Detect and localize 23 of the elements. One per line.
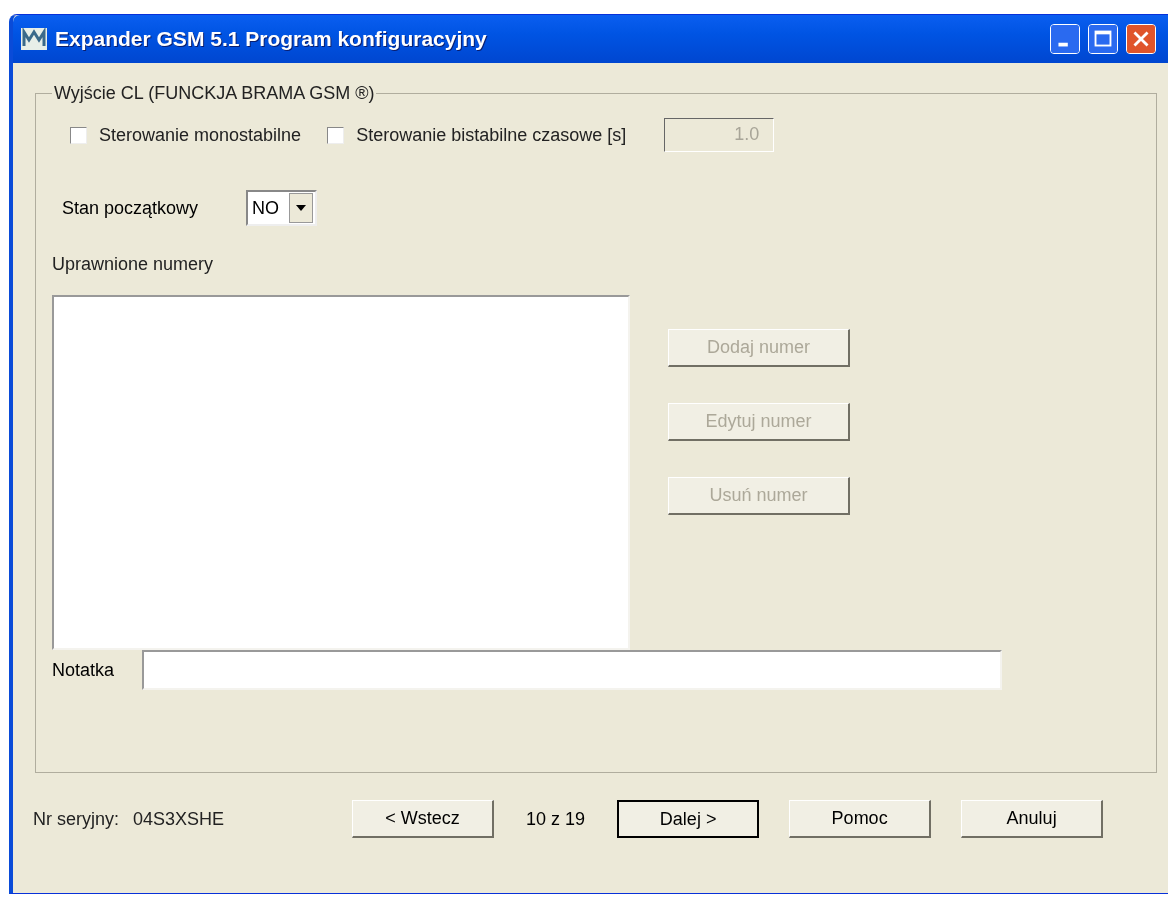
serial-number: 04S3XSHE (133, 808, 225, 830)
group-title: Wyjście CL (FUNCKJA BRAMA GSM ®) (53, 83, 376, 104)
note-field[interactable] (142, 650, 1003, 690)
close-icon[interactable] (1126, 24, 1156, 54)
maximize-icon[interactable] (1088, 24, 1118, 54)
serial-label: Nr seryjny: (33, 808, 119, 830)
checkbox[interactable] (327, 126, 345, 144)
dropdown-arrow-icon (296, 205, 307, 211)
nav-button[interactable]: < Wstecz (352, 800, 495, 838)
state-dropdown[interactable]: NO (246, 190, 318, 226)
checkbox-label: Sterowanie bistabilne czasowe [s] (356, 124, 627, 146)
field-label: Stan początkowy (62, 197, 199, 219)
app-icon (21, 28, 47, 50)
nav-button[interactable]: Pomoc (789, 800, 932, 838)
nav-button[interactable]: Anuluj (961, 800, 1104, 838)
minimize-icon[interactable] (1050, 24, 1080, 54)
window-title: Expander GSM 5.1 Program konfiguracyjny (55, 27, 488, 51)
list-label: Uprawnione numery (52, 254, 215, 275)
field-label: Notatka (52, 659, 115, 681)
checkbox[interactable] (70, 126, 87, 144)
nav-button[interactable]: Dalej > (617, 800, 760, 838)
page-counter: 10 z 19 (526, 808, 586, 830)
checkbox-label: Sterowanie monostabilne (99, 124, 302, 146)
